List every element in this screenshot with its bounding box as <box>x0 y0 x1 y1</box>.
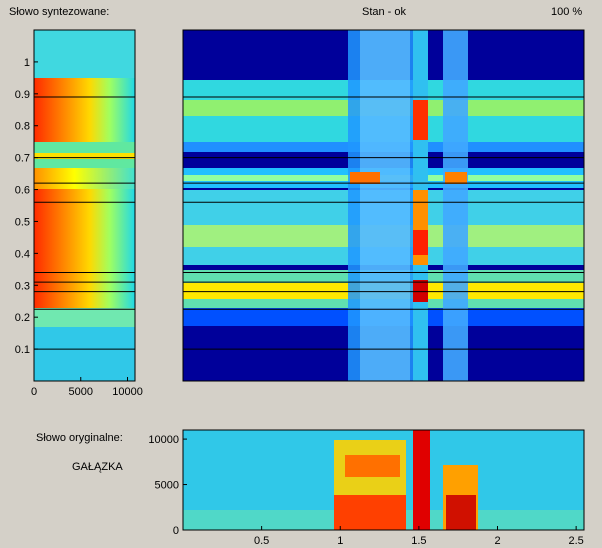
dtw-peak-5 <box>445 172 467 184</box>
orig-burst-2 <box>413 430 430 530</box>
orig-y-tick-label: 10000 <box>148 434 179 446</box>
synth-x-tick-label: 0 <box>31 386 37 398</box>
orig-x-tick-label: 2.5 <box>568 535 583 547</box>
dtw-column-second <box>443 30 468 381</box>
synth-y-tick-label: 0.9 <box>15 89 30 101</box>
orig-y-ticks: 10000 5000 0 <box>148 434 187 537</box>
orig-burst-1-mid <box>345 455 400 477</box>
synth-x-tick-label: 5000 <box>69 386 93 398</box>
synth-y-tick-label: 1 <box>24 57 30 69</box>
dtw-peak-4 <box>350 172 380 184</box>
synth-y-tick-label: 0.2 <box>15 312 30 324</box>
synth-x-tick-label: 10000 <box>112 386 143 398</box>
synth-y-tick-label: 0.1 <box>15 344 30 356</box>
synth-y-tick-label: 0.6 <box>15 185 30 197</box>
dtw-peak-3 <box>413 280 428 302</box>
plots-canvas: 1 0.9 0.8 0.7 0.6 0.5 0.4 0.3 0.2 0.1 0 5000 10000 <box>15 29 585 547</box>
synth-band-top <box>34 30 135 78</box>
synth-band-3 <box>34 168 135 189</box>
synth-y-tick-label: 0.3 <box>15 280 30 292</box>
orig-x-tick-label: 0.5 <box>254 535 269 547</box>
orig-x-tick-label: 1 <box>337 535 343 547</box>
orig-y-tick-label: 5000 <box>155 480 179 492</box>
orig-y-tick-label: 0 <box>173 525 179 537</box>
synth-band-1 <box>34 78 135 142</box>
original-spectrogram: 10000 5000 0 0.5 1 1.5 2 2.5 <box>148 429 585 547</box>
synth-y-tick-label: 0.5 <box>15 216 30 228</box>
synth-band-6 <box>34 308 135 327</box>
dtw-peak-1 <box>413 100 428 140</box>
dtw-column-main-inner <box>360 30 410 381</box>
orig-x-tick-label: 2 <box>494 535 500 547</box>
dtw-matrix <box>182 29 585 382</box>
dtw-peak-2-core <box>413 230 428 255</box>
synth-y-tick-label: 0.4 <box>15 248 30 260</box>
synth-band-bottom <box>34 327 135 381</box>
synth-band-4 <box>34 189 135 266</box>
synth-y-tick-label: 0.7 <box>15 153 30 165</box>
orig-x-tick-label: 1.5 <box>411 535 426 547</box>
orig-burst-1-low <box>334 495 406 530</box>
orig-burst-3-low <box>446 495 476 530</box>
synth-y-tick-label: 0.8 <box>15 121 30 133</box>
synth-spectrogram: 1 0.9 0.8 0.7 0.6 0.5 0.4 0.3 0.2 0.1 0 5000 10000 <box>15 29 143 398</box>
